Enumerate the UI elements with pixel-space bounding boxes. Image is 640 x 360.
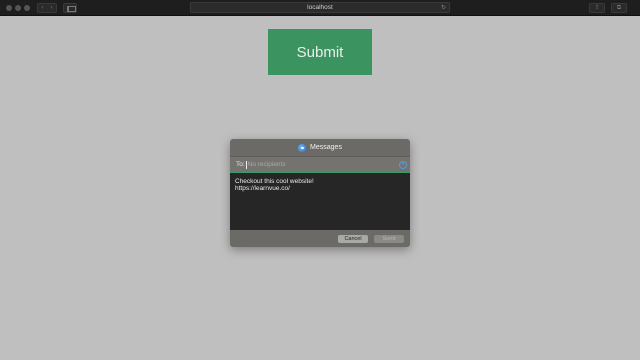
recipients-input[interactable] bbox=[247, 161, 410, 168]
messages-app-icon bbox=[298, 143, 307, 152]
add-recipient-icon[interactable]: + bbox=[399, 161, 407, 169]
message-body[interactable]: Checkout this cool website! https://lear… bbox=[230, 173, 410, 230]
close-window-button[interactable] bbox=[6, 5, 12, 11]
address-bar[interactable]: localhost ↻ bbox=[190, 2, 450, 13]
minimize-window-button[interactable] bbox=[15, 5, 21, 11]
navigation-buttons: ‹ › bbox=[37, 3, 57, 13]
text-caret bbox=[245, 160, 247, 169]
sidebar-toggle-button[interactable] bbox=[63, 3, 77, 13]
dialog-title-bar: Messages bbox=[230, 139, 410, 156]
submit-button[interactable]: Submit bbox=[268, 29, 372, 75]
reload-icon[interactable]: ↻ bbox=[441, 4, 446, 13]
address-text: localhost bbox=[307, 4, 333, 11]
messages-dialog: Messages To: + Checkout this cool websit… bbox=[230, 139, 410, 247]
dialog-title: Messages bbox=[310, 144, 342, 151]
share-button[interactable]: ⇧ bbox=[589, 3, 605, 13]
recipient-row: To: + bbox=[230, 156, 410, 173]
dialog-footer: Cancel Send bbox=[230, 230, 410, 247]
to-label: To: bbox=[236, 161, 245, 168]
back-icon[interactable]: ‹ bbox=[42, 5, 44, 11]
tabs-overview-button[interactable]: ⧉ bbox=[611, 3, 627, 13]
cancel-button[interactable]: Cancel bbox=[338, 234, 368, 243]
maximize-window-button[interactable] bbox=[24, 5, 30, 11]
forward-icon[interactable]: › bbox=[51, 5, 53, 11]
send-button[interactable]: Send bbox=[374, 234, 404, 243]
browser-toolbar: ‹ › localhost ↻ ⇧ ⧉ bbox=[0, 0, 640, 16]
